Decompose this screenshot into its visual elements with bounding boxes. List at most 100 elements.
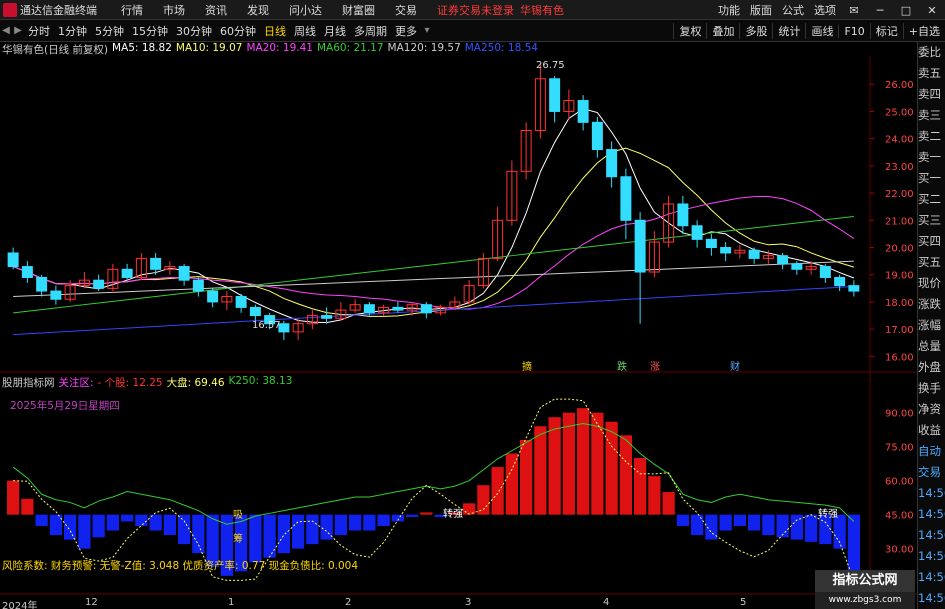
quote-field-19: 自动 [918, 444, 941, 458]
label-chips: 筹 [233, 532, 243, 545]
sub-bar [106, 514, 119, 531]
candle-body [748, 249, 760, 259]
quote-field-3: 卖三 [918, 108, 941, 122]
candle-body [691, 225, 703, 240]
sub-bar [619, 435, 632, 515]
label-turn-strong-2: 转强 [818, 507, 838, 520]
sub-bar [277, 514, 290, 554]
candle-body [50, 290, 62, 300]
y-tick-main: 22.00 [885, 189, 914, 200]
x-tick-12: 12 [85, 597, 98, 608]
kline-chart[interactable]: 26.00 25.00 24.00 23.00 22.00 21.00 20.00 19.00… [0, 0, 917, 609]
y-tick-sub: 75.00 [885, 443, 914, 454]
candle-body [249, 306, 261, 317]
candle-body [420, 304, 432, 314]
quote-field-20: 交易 [918, 465, 941, 479]
sub-bar [634, 458, 647, 515]
sub-bar [349, 514, 362, 531]
candle-body [577, 100, 589, 123]
x-tick-1: 1 [228, 597, 235, 608]
candle-body [207, 290, 219, 303]
sub-bar [805, 514, 818, 542]
y-tick-main: 21.00 [885, 216, 914, 227]
sub-bar [762, 514, 775, 536]
sub-bar [135, 514, 148, 526]
quote-field-4: 卖二 [918, 129, 941, 143]
quote-field-6: 买一 [918, 171, 941, 185]
candle-body [549, 78, 561, 112]
sub-bar [491, 467, 504, 515]
tdx-window: 通达信金融终端 行情 市场 资讯 发现 问小达 财富圈 交易 证券交易未登录 华… [0, 0, 945, 609]
sub-bar [505, 453, 518, 515]
sub-bar [363, 514, 376, 531]
candle-body [634, 219, 646, 273]
quote-field-0: 委比 [918, 45, 941, 59]
ma60-line [13, 215, 854, 314]
high-price-label: 26.75 [536, 60, 565, 71]
sub-bar [406, 514, 419, 517]
quote-field-14: 总量 [918, 339, 941, 353]
quote-field-7: 买二 [918, 192, 941, 206]
sub-bar [477, 485, 490, 515]
sub-bar [662, 492, 675, 515]
sub-bar [534, 426, 547, 515]
y-tick-sub: 30.00 [885, 545, 914, 556]
y-tick-main: 26.00 [885, 80, 914, 91]
stock-value: - 个股: 12.25 [97, 377, 163, 389]
sub-bar [263, 514, 276, 558]
quote-field-5: 卖一 [918, 150, 941, 164]
y-tick-main: 17.00 [885, 325, 914, 336]
sub-bar [377, 514, 390, 526]
sub-bar [520, 439, 533, 515]
candle-body [363, 304, 375, 314]
sub-bar [719, 514, 732, 531]
quote-field-21: 14:56 [918, 486, 945, 500]
sub-bar [648, 476, 661, 515]
sub-bar [676, 514, 689, 526]
sub-bar [605, 421, 618, 515]
sub-bar [49, 514, 62, 536]
event-label-4: 财 [730, 360, 740, 373]
y-tick-sub: 90.00 [885, 409, 914, 420]
event-label-2: 跌 [617, 360, 627, 373]
quote-field-24: 14:56 [918, 549, 945, 563]
quote-field-13: 涨幅 [918, 318, 941, 332]
y-tick-main: 16.00 [885, 352, 914, 363]
candle-body [392, 306, 404, 311]
candle-body [834, 276, 846, 287]
quote-field-12: 涨跌 [918, 297, 941, 311]
candle-body [7, 252, 19, 268]
candle-body [677, 203, 689, 227]
y-tick-sub: 60.00 [885, 477, 914, 488]
x-tick-4: 4 [603, 597, 610, 608]
candle-body [192, 279, 204, 292]
sub-bar [548, 417, 561, 515]
candle-body [150, 257, 162, 270]
sub-bar [847, 514, 860, 572]
y-tick-main: 25.00 [885, 107, 914, 118]
candle-body [606, 149, 618, 178]
sub-bar [121, 514, 134, 522]
sub-bar [292, 514, 305, 549]
quote-field-22: 14:56 [918, 507, 945, 521]
candle-body [321, 315, 333, 319]
candle-body [235, 296, 247, 308]
risk-text: 风险系数: 财务预警: 无警-Z值: 3.048 优质资产率: 0.77 现金负… [2, 560, 359, 572]
sub-bar [78, 514, 91, 549]
sub-bar [306, 514, 319, 545]
quote-field-16: 换手 [918, 381, 941, 395]
quote-field-8: 买三 [918, 213, 941, 227]
y-tick-main: 24.00 [885, 135, 914, 146]
ma120-line [13, 260, 854, 298]
close-icon[interactable]: ✕ [924, 3, 940, 17]
candle-body [848, 285, 860, 292]
sub-bar [192, 514, 205, 554]
y-tick-main: 20.00 [885, 244, 914, 255]
candle-body [620, 176, 632, 221]
event-label-1: 摘 [522, 360, 532, 373]
y-tick-main: 19.00 [885, 271, 914, 282]
market-value: 大盘: 69.46 [166, 377, 225, 389]
quote-field-9: 买四 [918, 234, 941, 248]
indicator-name[interactable]: 股朋指标网 [2, 375, 55, 389]
ma250-line [13, 285, 854, 336]
